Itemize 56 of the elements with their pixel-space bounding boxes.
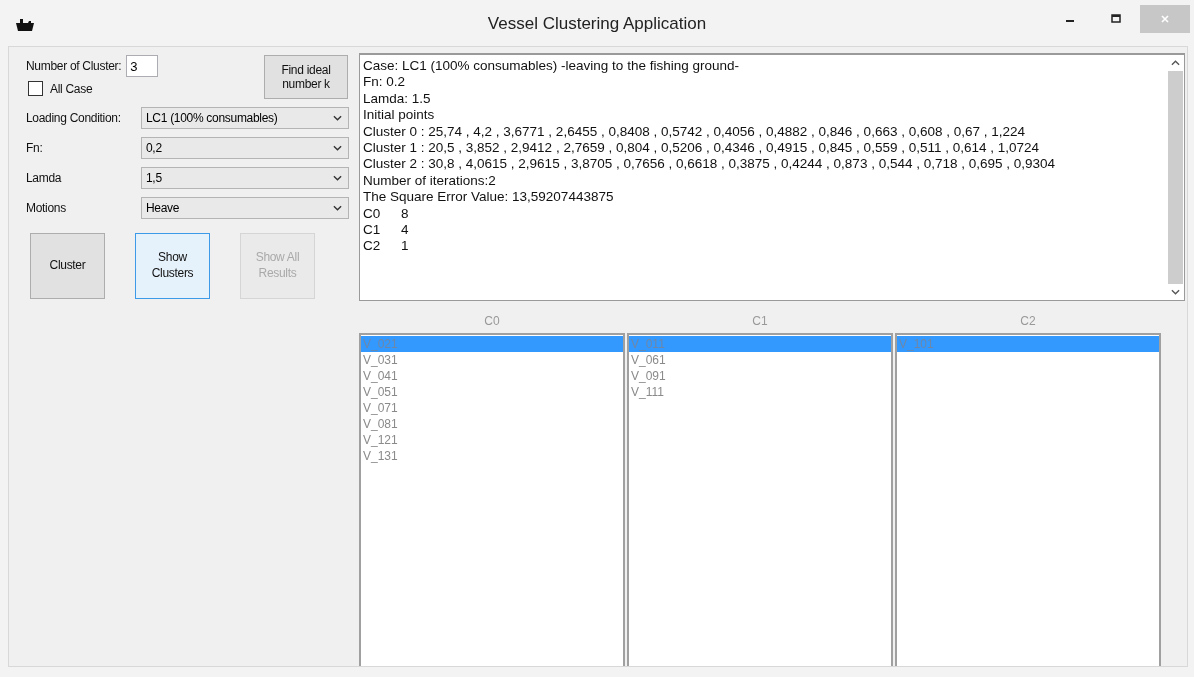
cluster-count-field[interactable]: 3 xyxy=(126,55,159,77)
list-header: C1 xyxy=(752,313,768,330)
combo-label: Loading Condition: xyxy=(26,111,122,125)
output-line: Case: LC1 (100% consumables) -leaving to the fishing ground- xyxy=(363,58,740,75)
cluster-name: C0 xyxy=(363,205,382,223)
output-text-area[interactable] xyxy=(359,53,1185,301)
maximize-icon xyxy=(1111,14,1121,24)
output-line: The Square Error Value: 13,59207443875 xyxy=(363,189,615,206)
combo-label: Motions xyxy=(26,201,67,215)
cluster-name: C2 xyxy=(363,238,382,255)
cluster-list[interactable]: V_011 V_061 V_091 V_111 xyxy=(627,333,893,666)
scroll-down-icon[interactable] xyxy=(1170,289,1180,295)
dropdown[interactable]: LC1 (100% consumables) xyxy=(141,107,349,129)
list-header: C0 xyxy=(484,313,500,330)
combo-label: Fn: xyxy=(26,141,44,155)
cluster-count-label: Number of Cluster: xyxy=(26,59,122,73)
list-item[interactable]: V_061 xyxy=(629,352,891,368)
output-line: Initial points xyxy=(363,107,436,124)
list-item[interactable]: V_131 xyxy=(361,448,623,464)
combo-label: Lamda xyxy=(26,171,63,185)
dropdown[interactable]: Heave xyxy=(141,197,349,219)
checkbox[interactable] xyxy=(28,81,43,96)
chevron-down-icon xyxy=(333,205,342,211)
window-title: Vessel Clustering Application xyxy=(487,14,707,34)
list-item[interactable]: V_091 xyxy=(629,368,891,384)
cluster-name: C1 xyxy=(363,222,382,239)
cluster-count: 1 xyxy=(401,238,409,255)
list-item[interactable]: V_041 xyxy=(361,368,623,384)
list-header: C2 xyxy=(1020,313,1036,330)
chevron-down-icon xyxy=(333,115,342,121)
list-item[interactable]: V_081 xyxy=(361,416,623,432)
list-item[interactable]: V_121 xyxy=(361,432,623,448)
output-line: Cluster 0 : 25,74 , 4,2 , 3,6771 , 2,6455 , 0,8408 , 0,5742 , 0,4056 , 0,4882 , 0,846 , 0,663 , 0,608 , 0,67 , 1,224 xyxy=(363,123,1026,141)
output-line: Cluster 2 : 30,8 , 4,0615 , 2,9615 , 3,8705 , 0,7656 , 0,6618 , 0,3875 , 0,4244 , 0,873 , 0,544 , 0,718 , 0,695 , 0,9304 xyxy=(363,156,1057,173)
scroll-up-icon[interactable] xyxy=(1170,60,1180,66)
output-line: Fn: 0.2 xyxy=(363,74,407,91)
close-icon xyxy=(1160,14,1170,24)
list-item[interactable]: V_111 xyxy=(629,384,891,400)
output-line: Number of iterations:2 xyxy=(363,172,497,190)
list-item[interactable]: V_071 xyxy=(361,400,623,416)
ship-icon xyxy=(16,19,34,31)
action-button[interactable]: Show Clusters xyxy=(135,233,210,299)
chevron-down-icon xyxy=(333,145,342,151)
cluster-count: 8 xyxy=(401,205,409,223)
dropdown[interactable]: 1,5 xyxy=(141,167,349,189)
cluster-count: 4 xyxy=(401,222,409,239)
find-button[interactable]: Find ideal number k xyxy=(264,55,348,99)
action-button[interactable]: Cluster xyxy=(30,233,105,299)
list-item[interactable]: V_031 xyxy=(361,352,623,368)
chevron-down-icon xyxy=(333,175,342,181)
output-line: Lamda: 1.5 xyxy=(363,90,432,108)
cluster-list[interactable]: V_021 V_031 V_041 V_051 V_071 V_081 V_121 V_131 xyxy=(359,333,625,666)
dropdown[interactable]: 0,2 xyxy=(141,137,349,159)
list-item[interactable]: V_051 xyxy=(361,384,623,400)
output-line: Cluster 1 : 20,5 , 3,852 , 2,9412 , 2,7659 , 0,804 , 0,5206 , 0,4346 , 0,4915 , 0,845 , 0,559 , 0,511 , 0,614 , 1,0724 xyxy=(363,140,1040,157)
checkbox-label: All Case xyxy=(50,81,93,96)
